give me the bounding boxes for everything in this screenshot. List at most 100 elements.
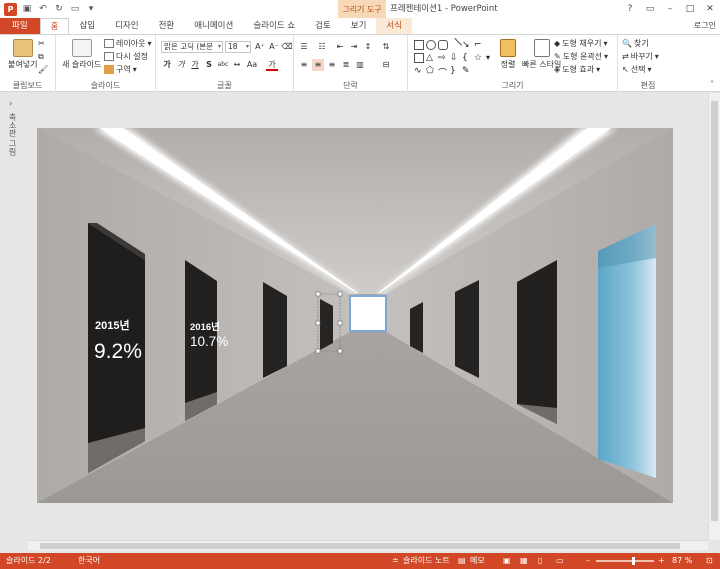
thumbnails-label[interactable]: 축소판 그림 (7, 113, 18, 156)
text-direction-icon[interactable]: ⇅ (380, 41, 392, 53)
panel-2015-year[interactable]: 2015년 (95, 317, 130, 333)
clear-format-icon[interactable]: ⌫ (281, 41, 293, 53)
justify-icon[interactable]: ≣ (340, 59, 352, 71)
numbering-icon[interactable]: ☷ (316, 41, 328, 53)
oval-shape-icon[interactable] (426, 40, 436, 50)
cut-button[interactable]: ✂ (38, 39, 45, 48)
square-shape-icon[interactable] (414, 53, 424, 63)
panel-2016-year[interactable]: 2016년 (190, 319, 220, 333)
resize-handle[interactable] (337, 348, 343, 354)
select-button[interactable]: ↖ 선택 ▾ (622, 64, 651, 75)
redo-icon[interactable]: ↻ (53, 3, 65, 15)
shrink-font-icon[interactable]: A⁻ (268, 41, 280, 53)
resize-handle[interactable] (315, 348, 321, 354)
bold-icon[interactable]: 가 (161, 59, 173, 71)
new-slide-button[interactable]: 새 슬라이드 (62, 39, 101, 70)
notes-button[interactable]: 슬라이드 노트 (403, 553, 450, 569)
horizontal-scrollbar[interactable] (28, 540, 708, 550)
tab-insert[interactable]: 삽입 (69, 18, 105, 34)
align-text-icon[interactable]: ⊟ (380, 59, 392, 71)
line-spacing-icon[interactable]: ↕ (362, 41, 374, 53)
shape-outline-button[interactable]: ✎ 도형 윤곽선 ▾ (554, 51, 608, 62)
resize-handle[interactable] (337, 320, 343, 326)
grow-font-icon[interactable]: A⁺ (254, 41, 266, 53)
zoom-slider-knob[interactable] (631, 557, 635, 565)
shape-fill-button[interactable]: ◆ 도형 채우기 ▾ (554, 38, 608, 49)
vertical-scrollbar[interactable] (708, 93, 720, 540)
right-arrow-shape-icon[interactable]: ⇨ (438, 53, 448, 63)
tab-review[interactable]: 검토 (305, 18, 341, 34)
login-link[interactable]: 로그인 (694, 18, 716, 34)
star-shape-icon[interactable]: ☆ (474, 53, 484, 63)
decrease-indent-icon[interactable]: ⇤ (334, 41, 346, 53)
customize-quick-access-icon[interactable]: ▾ (85, 3, 97, 15)
reset-button[interactable]: 다시 설정 (104, 51, 148, 62)
section-button[interactable]: 구역 ▾ (104, 64, 137, 75)
resize-handle[interactable] (337, 291, 343, 297)
tab-view[interactable]: 보기 (341, 18, 377, 34)
paste-button[interactable]: 붙여넣기 (8, 39, 37, 70)
tab-transitions[interactable]: 전환 (149, 18, 185, 34)
tab-slideshow[interactable]: 슬라이드 쇼 (243, 18, 305, 34)
brace-shape-icon[interactable]: { (462, 53, 472, 63)
zoom-in-icon[interactable]: + (658, 553, 665, 569)
slide-sorter-icon[interactable]: ▦ (520, 553, 528, 569)
wave-shape-icon[interactable]: ∿ (414, 66, 424, 76)
tab-file[interactable]: 파일 (0, 18, 40, 34)
reading-view-icon[interactable]: ▯ (538, 553, 542, 569)
strikethrough-icon[interactable]: abc (217, 59, 229, 71)
panel-2015-value[interactable]: 9.2% (94, 340, 142, 364)
panel-2016-value[interactable]: 10.7% (190, 334, 228, 349)
bullets-icon[interactable]: ☰ (298, 41, 310, 53)
language-indicator[interactable]: 한국어 (78, 553, 100, 569)
elbow-connector-icon[interactable]: ⌐ (474, 40, 484, 50)
rectangle-shape-icon[interactable] (414, 40, 424, 50)
shape-effects-button[interactable]: ◈ 도형 효과 ▾ (554, 64, 600, 75)
slideshow-view-icon[interactable]: ▭ (556, 553, 564, 569)
expand-thumbnails-icon[interactable]: › (9, 99, 12, 108)
format-painter-button[interactable]: 🖌 (38, 65, 48, 74)
rounded-rect-shape-icon[interactable] (438, 40, 448, 50)
find-button[interactable]: 🔍 찾기 (622, 38, 649, 49)
comments-button[interactable]: 메모 (470, 553, 485, 569)
zoom-slider[interactable] (596, 557, 654, 565)
arrow-shape-icon[interactable]: ↘ (462, 40, 472, 50)
minimize-button[interactable]: – (660, 0, 680, 18)
collapse-ribbon-icon[interactable]: ˄ (710, 80, 714, 89)
normal-view-icon[interactable]: ▣ (503, 553, 511, 569)
fit-to-window-icon[interactable]: ⊡ (706, 553, 713, 569)
maximize-button[interactable]: □ (680, 0, 700, 18)
font-color-icon[interactable]: 가 (266, 59, 278, 71)
shapes-gallery[interactable]: ↘ ⌐ △ ⇨ ⇩ { ☆ ∿ ⬠ ⌒ } ✎ ▾ (412, 37, 496, 79)
curve-shape-icon[interactable]: ⌒ (438, 66, 448, 79)
save-icon[interactable]: ▣ (21, 3, 33, 15)
line-shape-icon[interactable] (447, 37, 463, 53)
tab-design[interactable]: 디자인 (105, 18, 148, 34)
align-right-icon[interactable]: ≡ (326, 59, 338, 71)
change-case-icon[interactable]: Aa (246, 59, 258, 71)
align-center-icon[interactable]: ≡ (312, 59, 324, 71)
pentagon-shape-icon[interactable]: ⬠ (426, 66, 436, 76)
char-spacing-icon[interactable]: ↔ (231, 59, 243, 71)
triangle-shape-icon[interactable]: △ (426, 53, 436, 63)
columns-icon[interactable]: ▥ (354, 59, 366, 71)
italic-icon[interactable]: 가 (175, 59, 187, 71)
underline-icon[interactable]: 가 (189, 59, 201, 71)
gallery-more-icon[interactable]: ▾ (486, 53, 496, 63)
help-button[interactable]: ? (620, 0, 640, 18)
font-name-combo[interactable]: 맑은 고딕 (본문 ▾ (161, 41, 223, 53)
tab-animations[interactable]: 애니메이션 (184, 18, 243, 34)
increase-indent-icon[interactable]: ⇥ (348, 41, 360, 53)
arrange-button[interactable]: 정렬 (500, 39, 516, 70)
notes-icon[interactable]: ≐ (392, 553, 399, 569)
font-size-combo[interactable]: 18 ▾ (225, 41, 251, 53)
close-button[interactable]: ✕ (700, 0, 720, 18)
layout-button[interactable]: 레이아웃 ▾ (104, 38, 151, 49)
text-shadow-icon[interactable]: S (203, 59, 215, 71)
down-arrow-shape-icon[interactable]: ⇩ (450, 53, 460, 63)
bracket-shape-icon[interactable]: } (450, 66, 460, 76)
replace-button[interactable]: ⇄ 바꾸기 ▾ (622, 51, 659, 62)
resize-handle[interactable] (315, 320, 321, 326)
slide-canvas[interactable]: 2015년 9.2% 2016년 10.7% (37, 128, 673, 503)
start-slideshow-icon[interactable]: ▭ (69, 3, 81, 15)
